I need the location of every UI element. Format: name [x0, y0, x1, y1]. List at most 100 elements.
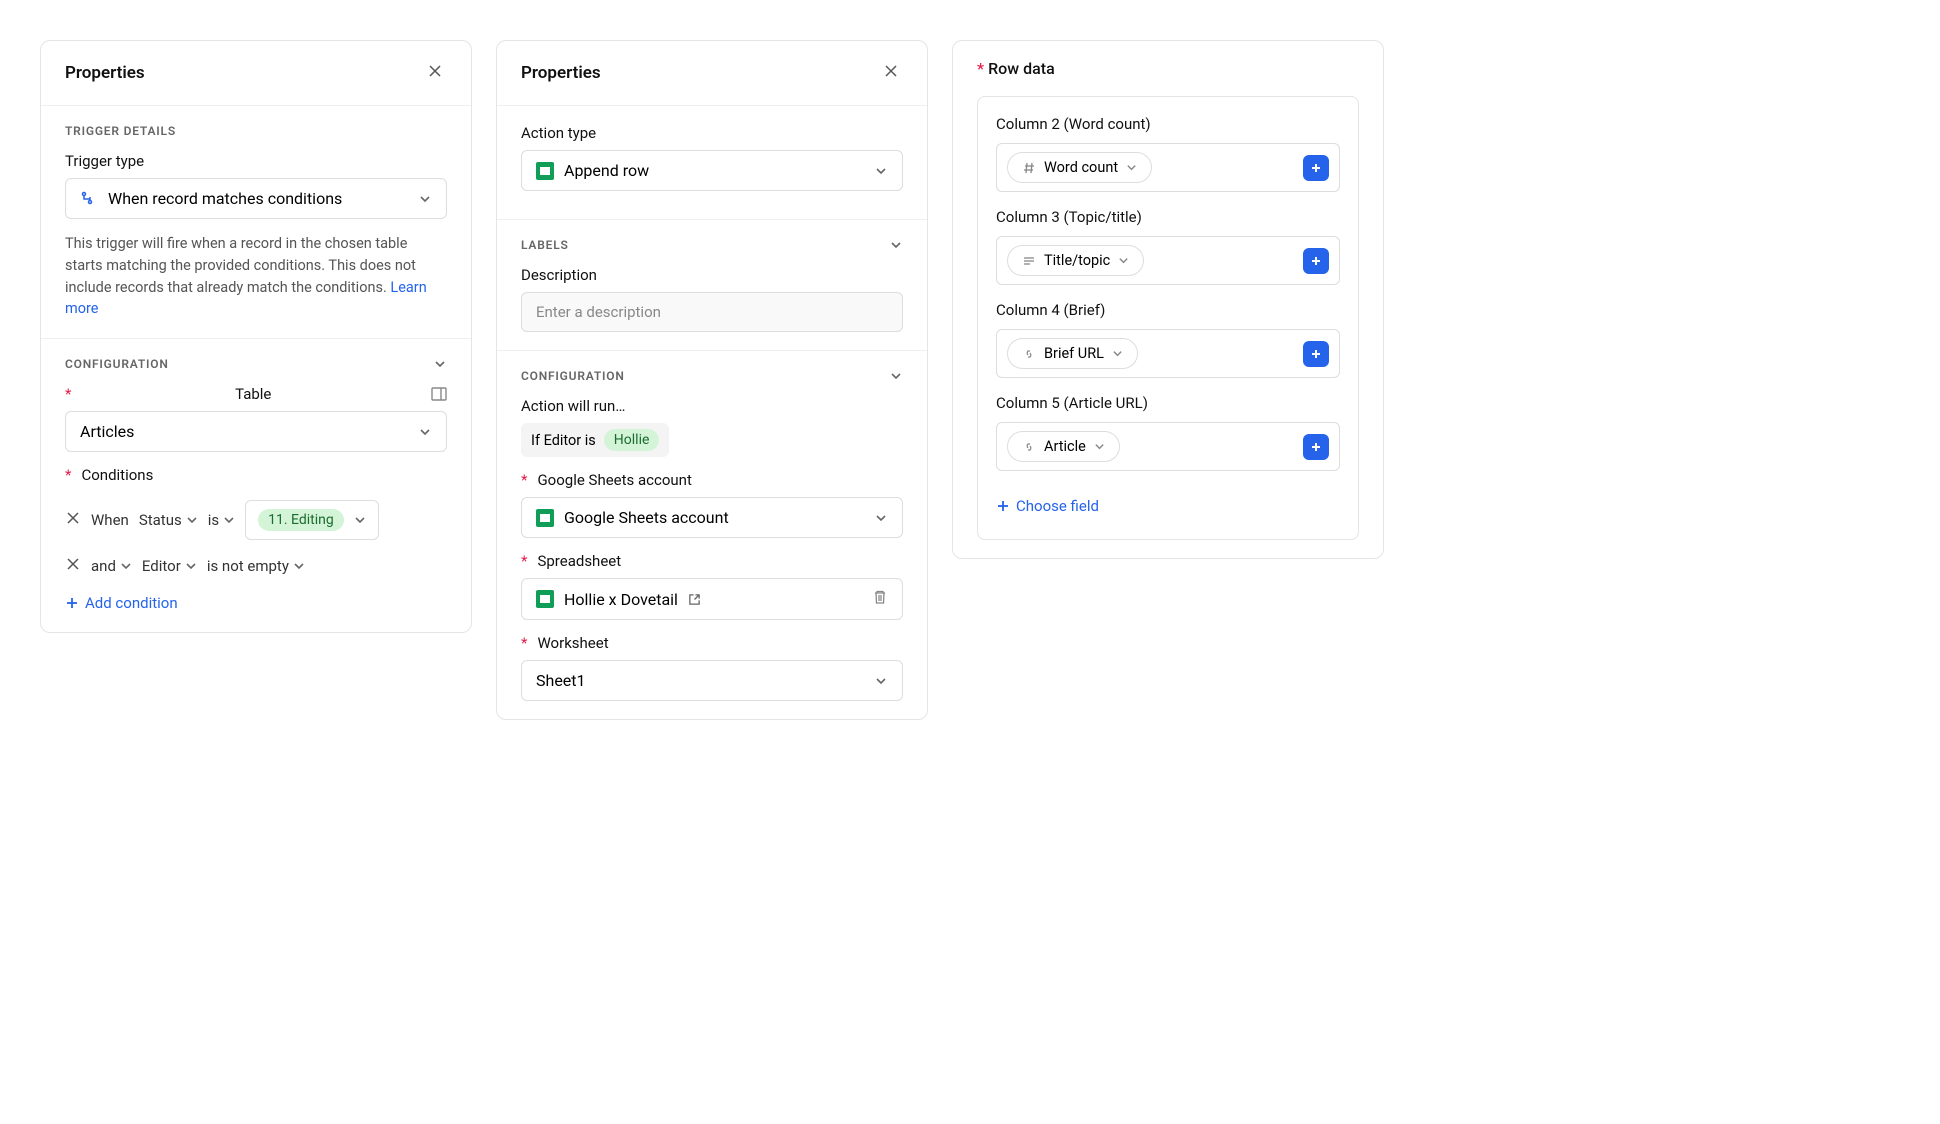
editor-tag: Hollie — [604, 429, 660, 451]
add-condition-button[interactable]: Add condition — [65, 594, 178, 612]
description-input[interactable]: Enter a description — [521, 292, 903, 332]
trigger-icon — [80, 190, 98, 208]
trigger-details-section: TRIGGER DETAILS Trigger type When record… — [41, 106, 471, 339]
plus-icon — [1309, 254, 1323, 268]
chevron-down-icon[interactable] — [433, 357, 447, 371]
trigger-properties-panel: Properties TRIGGER DETAILS Trigger type … — [40, 40, 472, 633]
section-label: LABELS — [521, 238, 569, 252]
google-sheets-icon — [536, 590, 554, 608]
when-label: When — [91, 511, 129, 529]
run-condition-chip[interactable]: If Editor is Hollie — [521, 423, 669, 457]
trigger-type-label: Trigger type — [65, 152, 447, 170]
remove-condition-button[interactable] — [65, 510, 81, 530]
worksheet-select[interactable]: Sheet1 — [521, 660, 903, 701]
close-button[interactable] — [879, 59, 903, 87]
row-data-panel: *Row data Column 2 (Word count) Word cou… — [952, 40, 1384, 559]
gs-account-value: Google Sheets account — [564, 508, 729, 527]
chevron-down-icon — [874, 511, 888, 525]
column-label: Column 2 (Word count) — [996, 115, 1340, 133]
field-selector[interactable]: Editor — [142, 557, 197, 575]
chevron-down-icon — [1094, 441, 1105, 452]
column-value-input[interactable]: Brief URL — [996, 329, 1340, 378]
action-properties-panel: Properties Action type Append row LABELS… — [496, 40, 928, 720]
trash-icon — [872, 589, 888, 605]
section-label: CONFIGURATION — [521, 369, 625, 383]
column-value-input[interactable]: Article — [996, 422, 1340, 471]
action-type-select[interactable]: Append row — [521, 150, 903, 191]
expand-icon[interactable] — [431, 387, 447, 401]
chevron-down-icon — [1118, 255, 1129, 266]
condition-row-1: When Status is 11. Editing — [65, 492, 447, 548]
section-label: CONFIGURATION — [65, 357, 169, 371]
trigger-help-text: This trigger will fire when a record in … — [65, 233, 447, 320]
panel-title: Properties — [521, 63, 601, 83]
trigger-type-value: When record matches conditions — [108, 189, 342, 208]
field-token[interactable]: Word count — [1007, 152, 1152, 183]
chevron-down-icon — [120, 560, 132, 572]
column-label: Column 4 (Brief) — [996, 301, 1340, 319]
close-icon — [67, 558, 79, 570]
panel-title: Properties — [65, 63, 145, 83]
worksheet-label: Worksheet — [521, 634, 903, 652]
join-selector[interactable]: and — [91, 557, 132, 575]
chevron-down-icon — [354, 514, 366, 526]
configuration-section: CONFIGURATION Table Articles Conditions … — [41, 339, 471, 632]
condition-value-selector[interactable]: 11. Editing — [245, 500, 379, 540]
gs-account-label: Google Sheets account — [521, 471, 903, 489]
operator-selector[interactable]: is — [208, 511, 235, 529]
table-select[interactable]: Articles — [65, 411, 447, 452]
spreadsheet-label: Spreadsheet — [521, 552, 903, 570]
field-selector[interactable]: Status — [139, 511, 198, 529]
action-type-value: Append row — [564, 161, 649, 180]
condition-row-2: and Editor is not empty — [65, 548, 447, 584]
chevron-down-icon — [186, 514, 198, 526]
table-value: Articles — [80, 422, 134, 441]
chevron-down-icon — [874, 164, 888, 178]
description-label: Description — [521, 266, 903, 284]
trigger-type-select[interactable]: When record matches conditions — [65, 178, 447, 219]
row-data-fields: Column 2 (Word count) Word count Column … — [977, 96, 1359, 540]
panel-header: Properties — [497, 41, 927, 106]
field-token[interactable]: Article — [1007, 431, 1120, 462]
close-icon — [883, 63, 899, 79]
operator-selector[interactable]: is not empty — [207, 557, 305, 575]
column-value-input[interactable]: Title/topic — [996, 236, 1340, 285]
column-label: Column 5 (Article URL) — [996, 394, 1340, 412]
plus-icon — [1309, 440, 1323, 454]
chevron-down-icon — [874, 674, 888, 688]
hash-icon — [1022, 161, 1036, 175]
plus-icon — [996, 499, 1010, 513]
delete-spreadsheet-button[interactable] — [872, 589, 888, 609]
add-token-button[interactable] — [1303, 155, 1329, 181]
action-will-run-label: Action will run… — [521, 397, 903, 415]
field-token[interactable]: Brief URL — [1007, 338, 1138, 369]
add-token-button[interactable] — [1303, 434, 1329, 460]
choose-field-button[interactable]: Choose field — [996, 497, 1099, 515]
chevron-down-icon[interactable] — [889, 238, 903, 252]
gs-account-select[interactable]: Google Sheets account — [521, 497, 903, 538]
add-token-button[interactable] — [1303, 341, 1329, 367]
chevron-down-icon — [418, 192, 432, 206]
close-icon — [427, 63, 443, 79]
chevron-down-icon[interactable] — [889, 369, 903, 383]
section-label: TRIGGER DETAILS — [65, 124, 447, 138]
plus-icon — [1309, 347, 1323, 361]
text-icon — [1022, 254, 1036, 268]
table-field-label: Table — [65, 385, 447, 403]
labels-section: LABELS Description Enter a description — [497, 219, 927, 351]
chevron-down-icon — [223, 514, 235, 526]
close-button[interactable] — [423, 59, 447, 87]
spreadsheet-select[interactable]: Hollie x Dovetail — [521, 578, 903, 620]
chevron-down-icon — [1112, 348, 1123, 359]
action-type-label: Action type — [521, 124, 903, 142]
plus-icon — [65, 596, 79, 610]
status-tag: 11. Editing — [258, 509, 344, 531]
action-configuration-section: CONFIGURATION Action will run… If Editor… — [497, 351, 927, 719]
remove-condition-button[interactable] — [65, 556, 81, 576]
field-token[interactable]: Title/topic — [1007, 245, 1144, 276]
chevron-down-icon — [185, 560, 197, 572]
column-value-input[interactable]: Word count — [996, 143, 1340, 192]
external-link-icon — [688, 593, 701, 606]
chevron-down-icon — [1126, 162, 1137, 173]
add-token-button[interactable] — [1303, 248, 1329, 274]
